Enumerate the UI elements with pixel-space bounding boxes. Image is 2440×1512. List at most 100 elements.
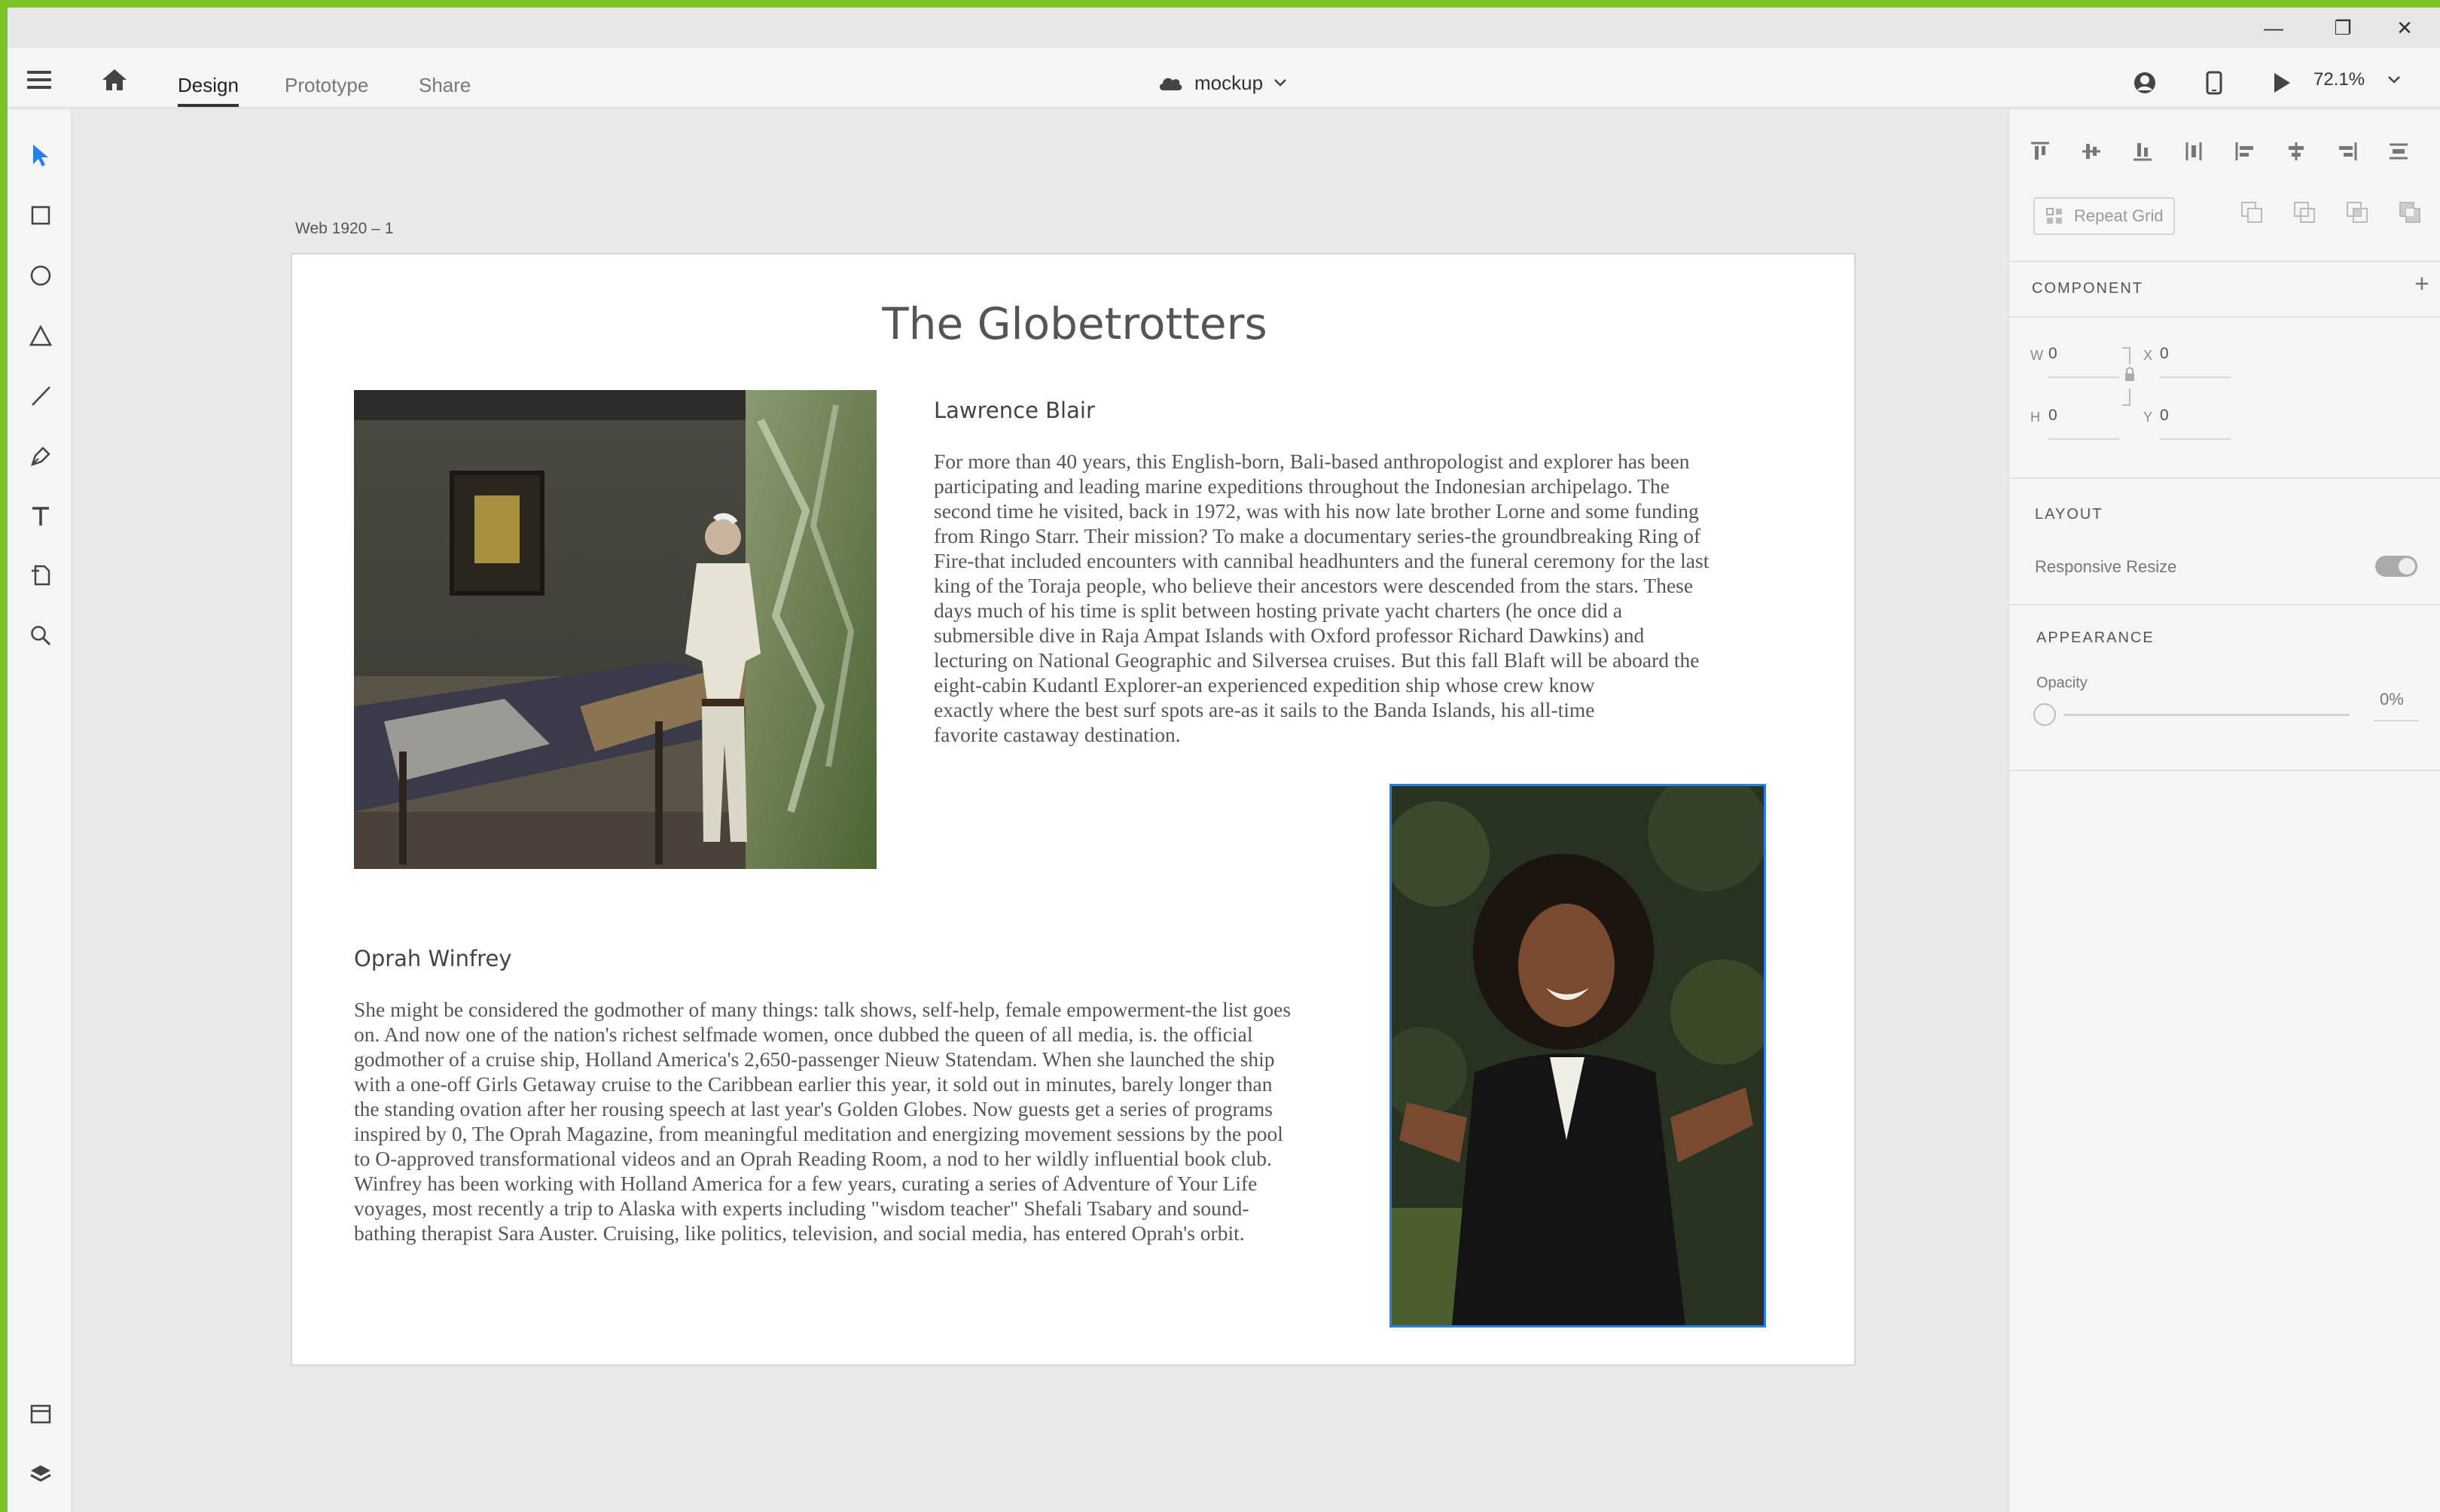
user-icon[interactable] [2130, 69, 2160, 96]
repeat-grid-icon [2046, 208, 2062, 224]
design-canvas[interactable]: Web 1920 – 1 The Globetrotters Lawrence … [74, 110, 2008, 1512]
minimize-icon: — [2264, 16, 2283, 39]
app-header: Design Prototype Share mockup 72.1% [8, 48, 2440, 108]
opacity-slider-track[interactable] [2063, 714, 2350, 716]
layout-section-title: LAYOUT [2035, 506, 2103, 523]
lawrence-blair-photo[interactable] [354, 390, 877, 869]
responsive-resize-toggle[interactable] [2375, 556, 2417, 577]
bio-line: second time he visited, back in 1972, wa… [934, 499, 1699, 523]
bio-line: exactly where the best surf spots are-as… [934, 698, 1595, 721]
boolean-ops [2240, 200, 2422, 224]
distribute-vertical-icon[interactable] [2179, 137, 2208, 166]
select-tool-icon[interactable] [24, 139, 57, 172]
minimize-button[interactable]: — [2238, 8, 2309, 48]
width-field[interactable]: 0 [2048, 345, 2057, 363]
x-underline [2160, 376, 2231, 378]
bio-line: from Ringo Starr. Their mission? To make… [934, 524, 1701, 547]
mobile-preview-icon[interactable] [2199, 69, 2229, 96]
chevron-down-icon [2388, 76, 2400, 84]
add-boolean-icon[interactable] [2240, 200, 2264, 224]
artboard-tool-icon[interactable] [24, 559, 57, 592]
home-icon[interactable] [101, 68, 128, 92]
height-field[interactable]: 0 [2048, 407, 2057, 425]
opacity-slider-handle[interactable] [2033, 703, 2056, 726]
intersect-boolean-icon[interactable] [2345, 200, 2369, 224]
bio-line: Winfrey has been working with Holland Am… [354, 1172, 1258, 1195]
divider [2009, 604, 2440, 605]
y-underline [2160, 438, 2231, 440]
divider [2009, 261, 2440, 262]
opacity-label: Opacity [2036, 675, 2088, 691]
person-name-lawrence-blair[interactable]: Lawrence Blair [934, 398, 1095, 423]
xd-app-window: — ❐ ✕ Design Prototype Share mockup 72.1… [8, 8, 2440, 1512]
opacity-underline [2374, 720, 2419, 721]
rectangle-tool-icon[interactable] [24, 199, 57, 232]
bio-line: eight-cabin Kudantl Explorer-an experien… [934, 673, 1595, 697]
ellipse-tool-icon[interactable] [24, 259, 57, 292]
bio-line: the standing ovation after her rousing s… [354, 1097, 1273, 1120]
bio-line: voyages, most recently a trip to Alaska … [354, 1196, 1249, 1220]
bio-line: bathing therapist Sara Auster. Cruising,… [354, 1221, 1245, 1245]
x-label: X [2143, 348, 2153, 363]
x-field[interactable]: 0 [2160, 345, 2169, 363]
distribute-horizontal-icon[interactable] [2384, 137, 2413, 166]
align-toolbar [2026, 137, 2413, 166]
bio-line: participating and leading marine expedit… [934, 474, 1670, 498]
person-name-oprah-winfrey[interactable]: Oprah Winfrey [354, 946, 512, 971]
bio-line: with a one-off Girls Getaway cruise to t… [354, 1072, 1273, 1096]
align-top-icon[interactable] [2026, 137, 2054, 166]
width-label: W [2030, 348, 2043, 363]
width-underline [2048, 376, 2119, 378]
page-title[interactable]: The Globetrotters [292, 298, 1857, 349]
repeat-grid-button[interactable]: Repeat Grid [2033, 197, 2175, 235]
bio-line: on. And now one of the nation's richest … [354, 1023, 1253, 1046]
play-icon[interactable] [2267, 69, 2297, 96]
align-bottom-icon[interactable] [2128, 137, 2157, 166]
divider [2009, 770, 2440, 771]
align-center-icon[interactable] [2282, 137, 2310, 166]
close-icon: ✕ [2396, 16, 2413, 39]
align-right-icon[interactable] [2333, 137, 2362, 166]
appearance-section-title: APPEARANCE [2036, 629, 2155, 646]
tab-share[interactable]: Share [419, 65, 471, 107]
assets-icon[interactable] [24, 1398, 57, 1431]
oprah-winfrey-photo[interactable] [1389, 784, 1766, 1328]
cloud-icon [1159, 78, 1182, 90]
bio-line: days much of his time is split between h… [934, 599, 1623, 622]
subtract-boolean-icon[interactable] [2292, 200, 2316, 224]
artboard-label[interactable]: Web 1920 – 1 [295, 220, 393, 238]
bio-line: godmother of a cruise ship, Holland Amer… [354, 1047, 1275, 1071]
close-button[interactable]: ✕ [2369, 8, 2440, 48]
layers-icon[interactable] [24, 1458, 57, 1491]
document-name: mockup [1194, 71, 1264, 94]
pen-tool-icon[interactable] [24, 440, 57, 473]
property-inspector: Repeat Grid COMPONENT + W 0 X 0 H 0 Y 0 … [2008, 110, 2440, 1512]
restore-button[interactable]: ❐ [2307, 8, 2378, 48]
bio-oprah-winfrey[interactable]: She might be considered the godmother of… [354, 997, 1291, 1245]
zoom-dropdown[interactable]: 72.1% [2313, 69, 2401, 90]
y-field[interactable]: 0 [2160, 407, 2169, 425]
tools-toolbar [8, 110, 72, 1512]
bio-line: lecturing on National Geographic and Sil… [934, 648, 1700, 672]
divider [2009, 316, 2440, 318]
align-left-icon[interactable] [2231, 137, 2259, 166]
tab-prototype[interactable]: Prototype [285, 65, 368, 107]
bio-line: submersible dive in Raja Ampat Islands w… [934, 623, 1645, 647]
artboard[interactable]: The Globetrotters Lawrence Blair For mor… [291, 253, 1856, 1366]
document-name-dropdown[interactable]: mockup [1157, 69, 1287, 96]
exclude-boolean-icon[interactable] [2398, 200, 2422, 224]
bio-line: For more than 40 years, this English-bor… [934, 450, 1690, 473]
bio-lawrence-blair[interactable]: For more than 40 years, this English-bor… [934, 449, 1709, 747]
bio-line: She might be considered the godmother of… [354, 998, 1292, 1021]
polygon-tool-icon[interactable] [24, 319, 57, 352]
align-middle-icon[interactable] [2077, 137, 2106, 166]
zoom-tool-icon[interactable] [24, 619, 57, 652]
text-tool-icon[interactable] [24, 500, 57, 533]
tab-design[interactable]: Design [178, 65, 239, 107]
menu-icon[interactable] [27, 71, 51, 89]
bio-line: favorite castaway destination. [934, 723, 1181, 746]
add-component-button[interactable]: + [2414, 270, 2429, 299]
lock-aspect-icon[interactable] [2121, 345, 2137, 408]
line-tool-icon[interactable] [24, 380, 57, 413]
opacity-value[interactable]: 0% [2380, 690, 2404, 709]
